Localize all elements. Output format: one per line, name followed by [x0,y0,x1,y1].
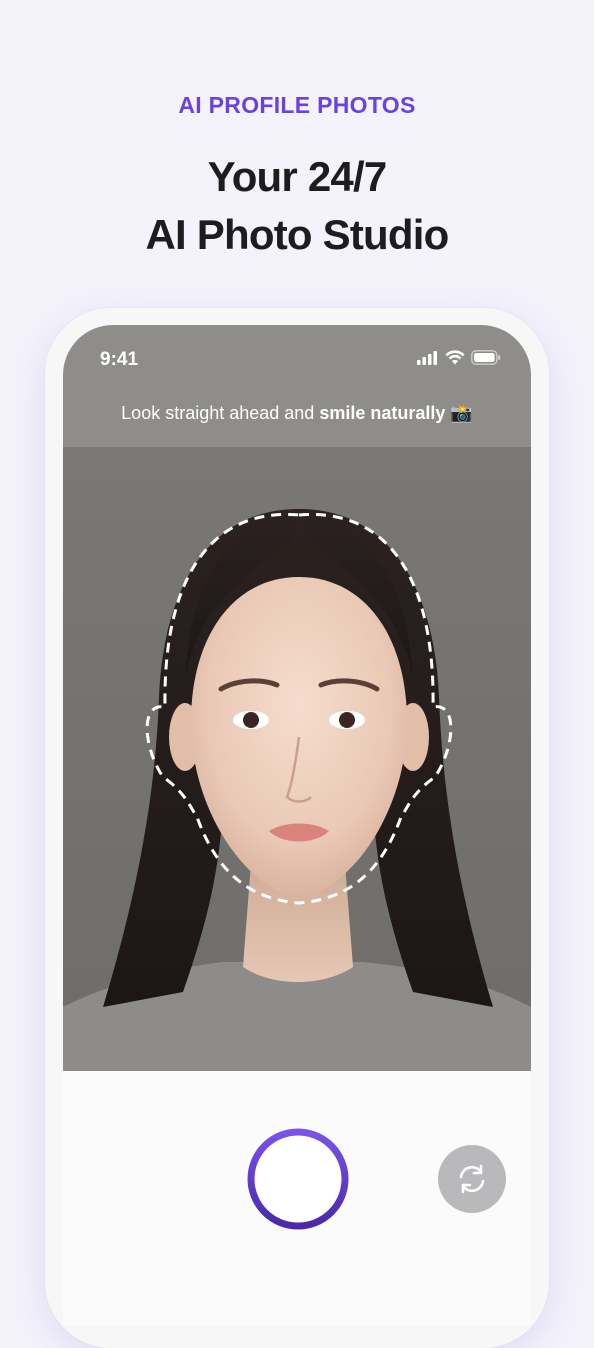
status-icons [417,350,501,365]
instruction-emphasis: smile naturally [319,403,446,423]
camera-top-bar: 9:41 Look straight ahead and smile natur… [63,325,531,447]
capture-instruction: Look straight ahead and smile naturally … [63,403,531,424]
switch-camera-button[interactable] [438,1145,506,1213]
switch-camera-icon [459,1164,485,1194]
phone-mockup: 9:41 Look straight ahead and smile natur… [45,308,549,1348]
headline: Your 24/7 AI Photo Studio [0,148,594,264]
camera-controls [63,1071,531,1325]
instruction-prefix: Look straight ahead and [121,403,320,423]
shutter-button[interactable] [246,1127,350,1231]
camera-viewfinder [63,447,531,1071]
phone-screen: 9:41 Look straight ahead and smile natur… [63,325,531,1325]
status-time: 9:41 [100,349,139,370]
wifi-icon [445,350,465,365]
cellular-signal-icon [417,350,437,365]
portrait-photo [63,509,531,1071]
headline-line-1: Your 24/7 [207,153,388,200]
camera-flash-emoji: 📸 [450,403,473,423]
battery-icon [471,350,501,365]
headline-line-2: AI Photo Studio [145,211,450,258]
eyebrow-label: AI PROFILE PHOTOS [178,92,416,118]
